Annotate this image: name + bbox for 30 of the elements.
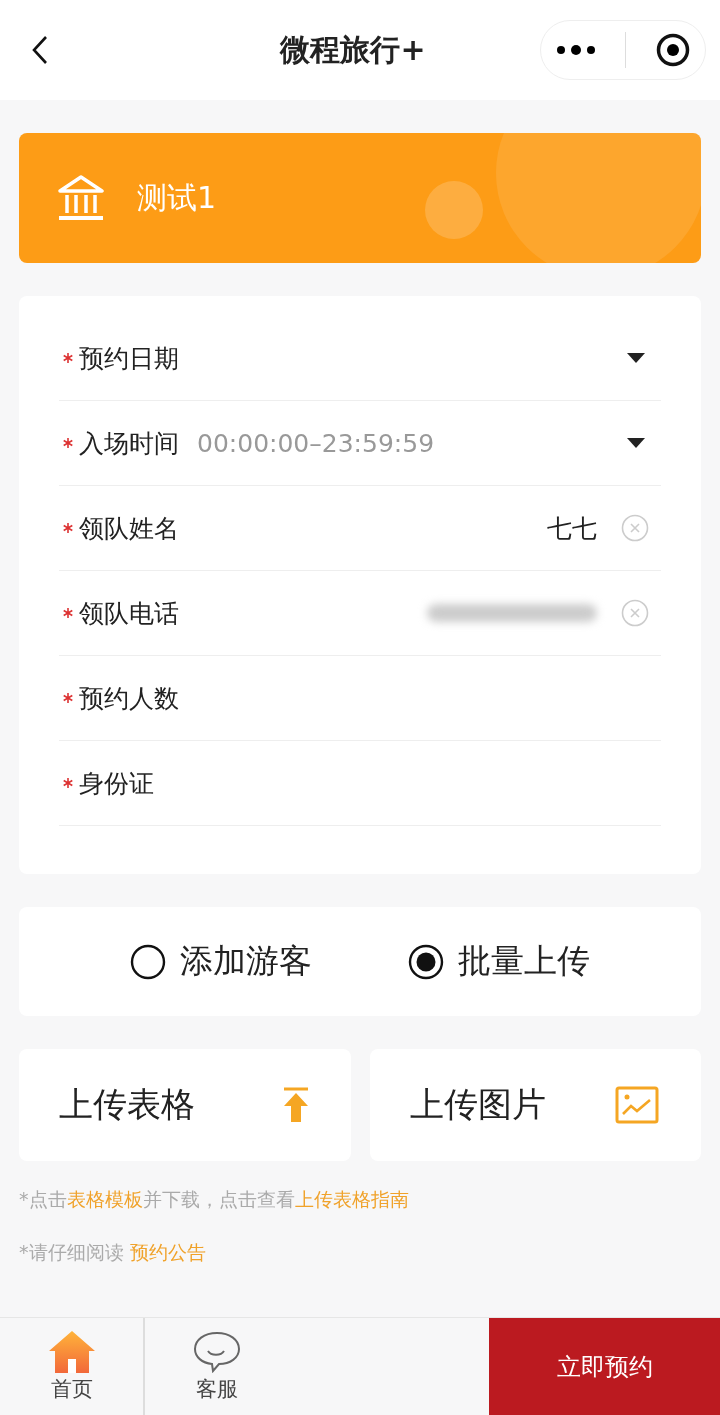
radio-icon[interactable] (408, 943, 444, 980)
hint-text: *请仔细阅读 预约公告 (19, 1240, 207, 1265)
field-label: 领队姓名 (79, 512, 179, 545)
field-label: 身份证 (79, 767, 154, 800)
upload-arrow-icon (282, 1087, 309, 1123)
field-label: 预约日期 (79, 342, 179, 375)
museum-icon (57, 175, 105, 221)
upload-card[interactable]: 上传图片 (369, 1049, 701, 1161)
tab-item[interactable]: 客服 (143, 1318, 288, 1415)
upload-mode-radio[interactable]: 添加游客 (130, 939, 312, 984)
book-now-button[interactable]: 立即预约 (489, 1318, 720, 1415)
field-label: 领队电话 (79, 597, 179, 630)
field-label: 入场时间 (79, 427, 179, 460)
venue-name: 测试1 (137, 178, 217, 217)
dropdown-caret-icon[interactable] (627, 438, 645, 448)
back-icon[interactable] (32, 35, 48, 65)
hint-text: *点击表格模板并下载，点击查看上传表格指南 (19, 1187, 410, 1212)
upload-card[interactable]: 上传表格 (19, 1049, 351, 1161)
more-icon[interactable] (555, 44, 596, 56)
dropdown-caret-icon[interactable] (627, 353, 645, 363)
chat-bubble-icon (192, 1330, 241, 1373)
image-icon (615, 1086, 659, 1124)
radio-icon[interactable] (130, 943, 166, 980)
page-title: 微程旅行+ (278, 30, 427, 69)
field-label: 预约人数 (79, 682, 179, 715)
tab-item[interactable]: 首页 (0, 1318, 143, 1415)
close-icon[interactable] (656, 33, 691, 67)
upload-mode-radio[interactable]: 批量上传 (408, 939, 590, 984)
name-input[interactable]: 七七 (547, 511, 597, 545)
home-icon (48, 1330, 95, 1373)
